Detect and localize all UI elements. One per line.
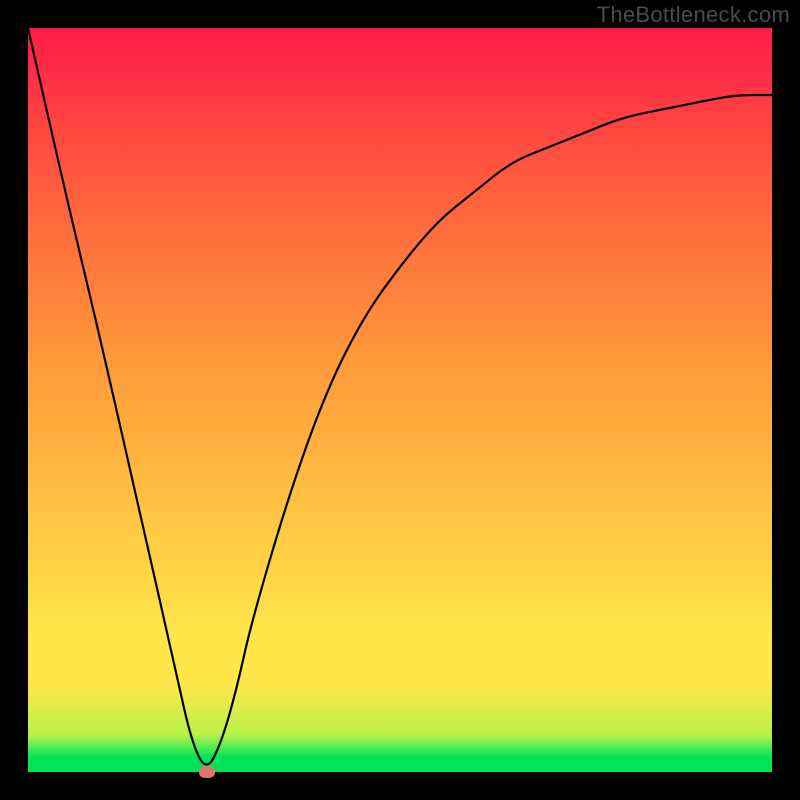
minimum-marker <box>199 766 215 778</box>
bottleneck-curve <box>28 28 772 772</box>
chart-frame: TheBottleneck.com <box>0 0 800 800</box>
watermark-text: TheBottleneck.com <box>597 2 790 28</box>
plot-area <box>28 28 772 772</box>
